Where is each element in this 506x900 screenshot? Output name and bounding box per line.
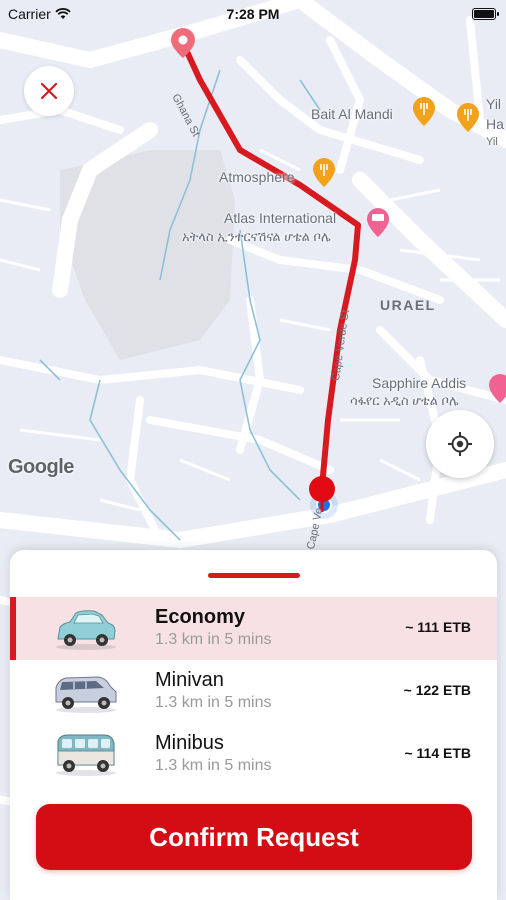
ride-name: Minibus [155,732,224,754]
close-button[interactable] [24,66,74,116]
ride-price: ~ 111 ETB [405,619,471,635]
car-icon [56,610,116,650]
poi-label: Yil [486,136,498,148]
restaurant-pin-icon [313,158,335,187]
ride-info: Minivan 1.3 km in 5 mins [155,668,271,714]
ride-price: ~ 122 ETB [403,682,471,698]
poi-label: Bait Al Mandi [311,106,393,122]
poi-label: Atmosphere [219,169,295,185]
ride-option-minivan[interactable]: Minivan 1.3 km in 5 mins ~ 122 ETB [10,660,497,723]
poi-label-local: አትላስ ኢንተርናሽናል ሆቴል ቦሌ [182,229,331,244]
minivan-icon [55,676,117,713]
minibus-icon [56,734,116,776]
ride-option-minibus[interactable]: Minibus 1.3 km in 5 mins ~ 114 ETB [10,723,497,786]
ride-option-economy[interactable]: Economy 1.3 km in 5 mins ~ 111 ETB [10,597,497,660]
area-label: URAEL [380,297,436,313]
ride-info: Economy 1.3 km in 5 mins [155,605,271,651]
sheet-handle[interactable] [208,573,300,578]
google-logo: Google [8,456,74,478]
poi-label: Sapphire Addis [372,375,467,391]
close-icon [40,82,58,100]
ride-eta: 1.3 km in 5 mins [155,694,272,711]
my-location-button[interactable] [426,410,494,478]
ride-name: Economy [155,606,246,628]
status-time: 7:28 PM [226,6,280,22]
ride-info: Minibus 1.3 km in 5 mins [155,731,271,777]
hotel-pin-icon [367,208,389,237]
ride-name: Minivan [155,669,224,691]
poi-label: Yil [486,96,502,112]
status-bar: Carrier 7:28 PM [0,0,506,30]
ride-options-sheet: Economy 1.3 km in 5 mins ~ 111 ETB Miniv… [10,550,497,900]
battery-icon [472,8,499,20]
start-pin-icon [171,28,195,58]
poi-label-local: ሳፋየር አዲስ ሆቴል ቦሌ [350,393,459,408]
ride-eta: 1.3 km in 5 mins [155,757,272,774]
ride-eta: 1.3 km in 5 mins [155,631,272,648]
crosshair-icon [448,432,472,456]
confirm-request-button[interactable]: Confirm Request [36,804,472,870]
poi-label: Ha [486,116,504,132]
poi-label: Atlas International [224,210,337,226]
ride-price: ~ 114 ETB [404,745,471,761]
restaurant-pin-icon [413,97,435,126]
